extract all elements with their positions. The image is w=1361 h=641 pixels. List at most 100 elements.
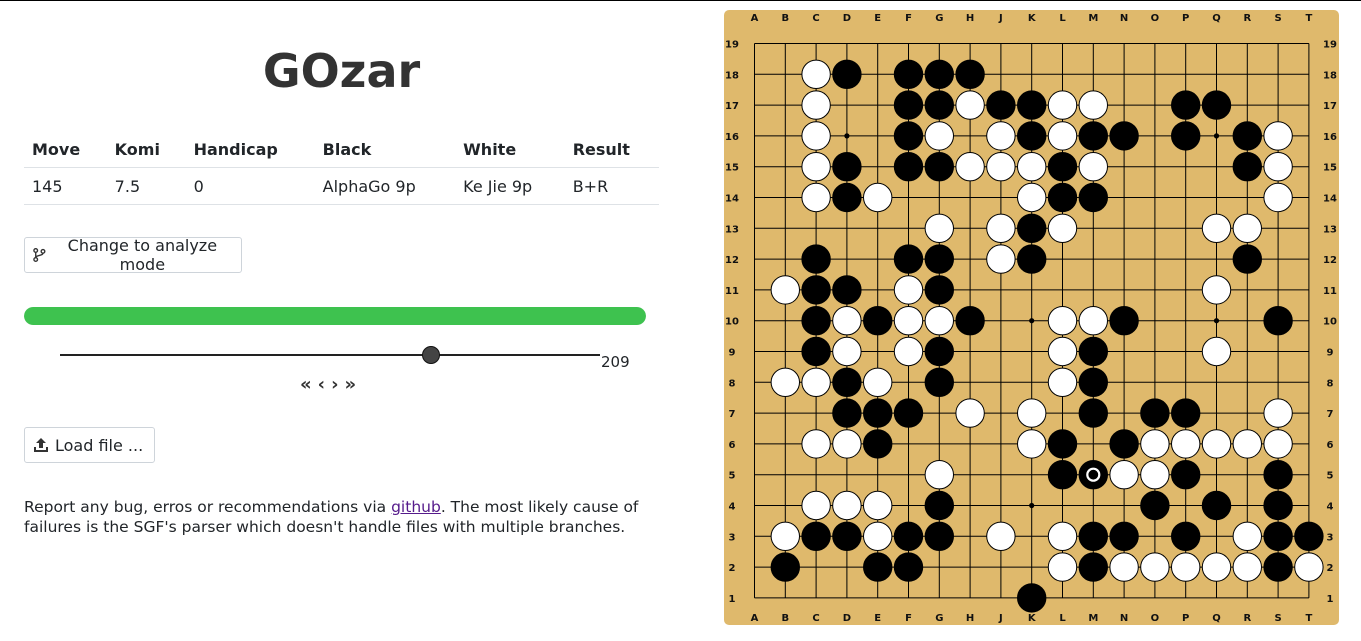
- last-move-icon[interactable]: »: [344, 374, 356, 395]
- row-label-right: 5: [1327, 471, 1334, 482]
- black-stone: [1171, 121, 1201, 151]
- column-label-top: J: [998, 13, 1003, 24]
- white-stone: [1263, 121, 1293, 151]
- column-label-bottom: K: [1028, 613, 1037, 624]
- report-text-before: Report any bug, erros or recommendations…: [24, 498, 392, 516]
- white-stone: [955, 152, 985, 182]
- black-stone: [924, 90, 955, 120]
- black-stone: [1047, 182, 1078, 213]
- column-label-top: C: [812, 13, 819, 24]
- black-stone: [1171, 460, 1201, 490]
- column-label-bottom: S: [1274, 613, 1281, 624]
- column-label-bottom: H: [966, 613, 974, 624]
- black-stone: [1078, 398, 1108, 428]
- analyze-mode-button[interactable]: Change to analyze mode: [24, 236, 242, 274]
- column-label-top: O: [1151, 13, 1160, 24]
- black-stone: [893, 552, 924, 582]
- column-label-top: L: [1059, 13, 1066, 24]
- game-info-table: Move Komi Handicap Black White Result 14…: [24, 131, 659, 205]
- white-stone: [801, 182, 831, 213]
- go-board[interactable]: A A B B C C D D E E F F G G H H J J K K L L M M N N O O P P Q Q R R S S T T 19…: [724, 10, 1339, 629]
- white-stone: [1263, 152, 1293, 182]
- black-stone: [1017, 121, 1047, 151]
- white-stone: [986, 244, 1016, 274]
- move-navigation: « ‹ › »: [300, 374, 356, 395]
- black-stone: [1109, 521, 1139, 551]
- black-stone: [1078, 521, 1108, 551]
- row-label-right: 3: [1327, 532, 1334, 543]
- black-stone: [1078, 121, 1108, 151]
- row-label-left: 15: [725, 163, 739, 174]
- black-stone: [924, 367, 955, 397]
- black-stone: [832, 275, 862, 305]
- star-point: [844, 133, 850, 139]
- column-label-bottom: G: [935, 613, 943, 624]
- header-white: White: [455, 131, 565, 168]
- column-label-top: B: [781, 13, 789, 24]
- black-stone: [832, 59, 862, 90]
- black-stone: [986, 90, 1016, 120]
- move-slider[interactable]: [60, 354, 600, 356]
- black-stone: [1078, 182, 1108, 213]
- column-label-bottom: L: [1059, 613, 1066, 624]
- white-stone: [770, 367, 800, 397]
- github-link[interactable]: github: [391, 498, 441, 516]
- black-stone: [1263, 521, 1293, 551]
- black-stone: [893, 152, 924, 182]
- black-stone: [955, 59, 985, 90]
- white-stone: [832, 429, 862, 459]
- white-stone: [1263, 398, 1293, 428]
- load-file-label: Load file ...: [55, 435, 144, 455]
- black-stone: [893, 521, 924, 551]
- black-stone: [863, 398, 893, 428]
- star-point: [1213, 133, 1220, 139]
- white-stone: [986, 152, 1016, 182]
- row-label-left: 19: [725, 40, 739, 51]
- move-slider-thumb[interactable]: [421, 346, 440, 364]
- row-label-right: 17: [1323, 101, 1337, 112]
- black-stone: [955, 306, 985, 336]
- first-move-icon[interactable]: «: [300, 374, 312, 395]
- black-stone: [1171, 90, 1201, 120]
- black-stone: [1171, 521, 1201, 551]
- row-label-left: 13: [725, 224, 739, 235]
- black-stone: [1017, 90, 1047, 120]
- white-stone: [770, 521, 800, 551]
- white-stone: [1047, 336, 1078, 367]
- star-point: [1029, 502, 1035, 509]
- black-stone: [1201, 490, 1232, 521]
- black-stone: [924, 59, 955, 90]
- white-stone: [1263, 429, 1293, 459]
- header-result: Result: [564, 131, 659, 168]
- white-stone: [801, 59, 831, 90]
- row-label-right: 6: [1327, 440, 1334, 451]
- go-board-svg[interactable]: AABBCCDDEEFFGGHHJJKKLLMMNNOOPPQQRRSSTT19…: [724, 10, 1339, 625]
- white-stone: [924, 121, 955, 151]
- header-move: Move: [24, 131, 107, 168]
- next-move-icon[interactable]: ›: [331, 374, 338, 395]
- black-stone: [1263, 552, 1293, 582]
- column-label-top: A: [751, 13, 759, 24]
- black-stone: [1294, 521, 1324, 551]
- row-label-right: 8: [1327, 378, 1334, 389]
- black-stone: [1232, 152, 1262, 182]
- black-stone: [1263, 306, 1293, 336]
- row-label-right: 18: [1323, 70, 1337, 81]
- white-stone: [986, 121, 1016, 151]
- load-file-button[interactable]: Load file ...: [24, 427, 155, 463]
- white-stone: [986, 521, 1016, 551]
- column-label-bottom: N: [1120, 613, 1128, 624]
- white-stone: [1047, 367, 1078, 397]
- column-label-top: E: [874, 13, 881, 24]
- white-stone: [1232, 429, 1262, 459]
- column-label-bottom: D: [843, 613, 851, 624]
- row-label-left: 1: [729, 594, 736, 605]
- prev-move-icon[interactable]: ‹: [318, 374, 325, 395]
- white-stone: [801, 490, 831, 521]
- white-stone: [1232, 521, 1262, 551]
- white-stone: [1047, 90, 1078, 120]
- header-handicap: Handicap: [185, 131, 315, 168]
- white-stone: [986, 213, 1016, 244]
- column-label-bottom: J: [998, 613, 1003, 624]
- black-stone: [1017, 244, 1047, 274]
